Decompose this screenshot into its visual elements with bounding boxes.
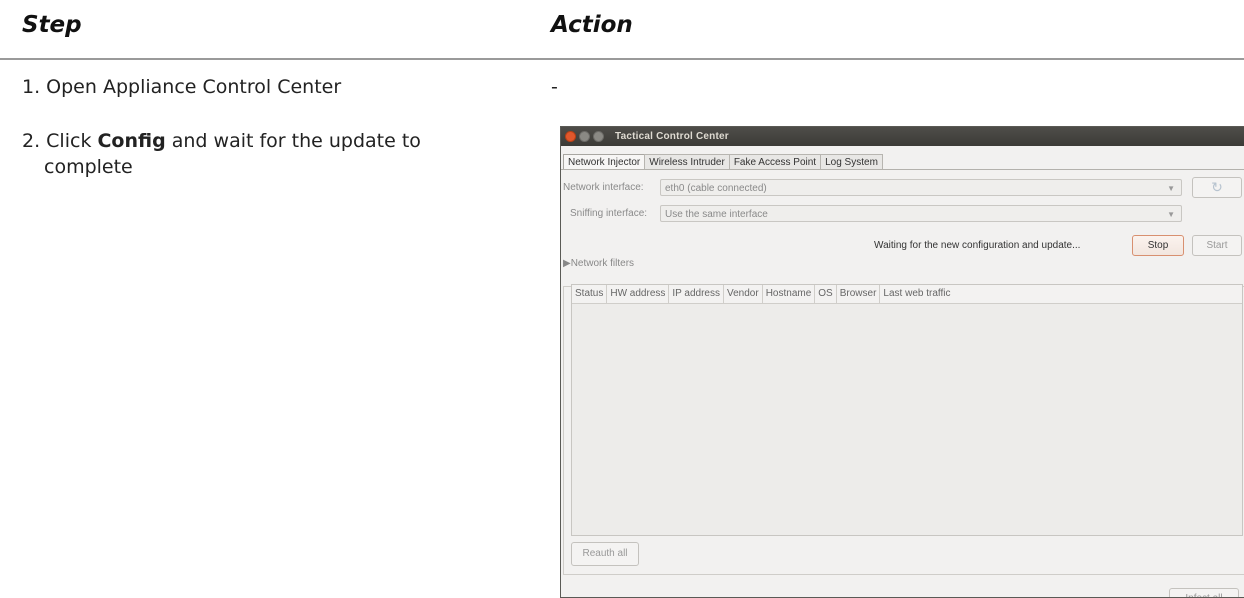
column-hw-address[interactable]: HW address [607,285,670,303]
window-titlebar: Tactical Control Center [561,127,1244,146]
step-text: 1. Open Appliance Control Center [22,76,342,98]
tab-network-injector[interactable]: Network Injector [563,154,646,170]
app-window-screenshot: Tactical Control Center Network Injector… [560,126,1244,598]
refresh-button[interactable]: ↻ [1192,177,1242,198]
column-vendor[interactable]: Vendor [724,285,763,303]
close-icon[interactable] [565,131,576,142]
tab-bar: Network Injector Wireless Intruder Fake … [563,154,883,170]
maximize-icon[interactable] [593,131,604,142]
network-interface-label: Network interface: [563,182,644,193]
infect-all-button[interactable]: Infect all [1169,588,1239,597]
start-button[interactable]: Start [1192,235,1242,256]
chevron-down-icon: ▼ [1167,184,1175,193]
refresh-icon: ↻ [1211,179,1223,195]
sniffing-interface-value: Use the same interface [665,209,768,220]
column-last-web-traffic[interactable]: Last web traffic [880,285,953,303]
action-text: - [551,76,558,98]
action-column-header: Action [551,12,633,38]
minimize-icon[interactable] [579,131,590,142]
stop-button[interactable]: Stop [1132,235,1184,256]
step-column-header: Step [22,12,82,38]
table-header-row: Status HW address IP address Vendor Host… [572,285,1242,304]
network-interface-select[interactable]: eth0 (cable connected) ▼ [660,179,1182,196]
sniffing-interface-select[interactable]: Use the same interface ▼ [660,205,1182,222]
column-hostname[interactable]: Hostname [763,285,816,303]
network-filters-expander[interactable]: ▶Network filters [563,258,634,269]
network-interface-value: eth0 (cable connected) [665,183,767,194]
column-ip-address[interactable]: IP address [669,285,724,303]
tab-wireless-intruder[interactable]: Wireless Intruder [644,154,730,170]
step-text-continuation: complete [44,156,133,178]
sniffing-interface-label: Sniffing interface: [570,208,648,219]
column-os[interactable]: OS [815,285,837,303]
column-status[interactable]: Status [572,285,608,303]
step-text-bold: Config [97,130,166,152]
window-title: Tactical Control Center [615,131,729,142]
step-text-suffix: and wait for the update to [165,130,421,152]
table-header: Step Action [0,0,1244,60]
tab-log-system[interactable]: Log System [820,154,883,170]
network-injector-panel: Network interface: eth0 (cable connected… [561,169,1244,597]
tab-fake-access-point[interactable]: Fake Access Point [728,154,822,170]
network-filters-label: Network filters [570,258,635,269]
chevron-down-icon: ▼ [1167,210,1175,219]
column-browser[interactable]: Browser [837,285,881,303]
table-row: 2. Click Config and wait for the update … [22,128,482,180]
status-text: Waiting for the new configuration and up… [874,240,1081,251]
step-text-prefix: 2. Click [22,130,98,152]
targets-table: Status HW address IP address Vendor Host… [571,284,1243,536]
expander-arrow-icon: ▶ [563,258,571,269]
reauth-all-button[interactable]: Reauth all [571,542,639,566]
